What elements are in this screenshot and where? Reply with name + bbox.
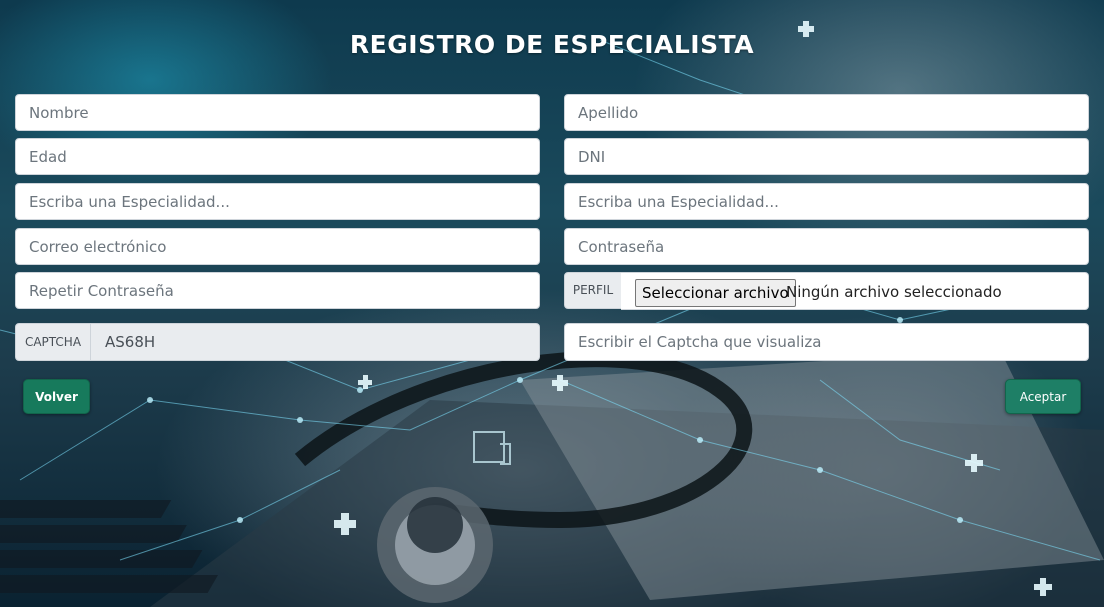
especialidad-input-1[interactable] bbox=[15, 183, 540, 220]
repetir-contrasena-input[interactable] bbox=[15, 272, 540, 309]
accept-button[interactable]: Aceptar bbox=[1005, 379, 1081, 414]
captcha-input[interactable] bbox=[564, 323, 1089, 361]
back-button[interactable]: Volver bbox=[23, 379, 90, 414]
perfil-label: PERFIL bbox=[564, 272, 622, 309]
especialidad-input-2[interactable] bbox=[564, 183, 1089, 220]
contrasena-input[interactable] bbox=[564, 228, 1089, 265]
captcha-value: AS68H bbox=[90, 323, 540, 361]
apellido-input[interactable] bbox=[564, 94, 1089, 131]
nombre-input[interactable] bbox=[15, 94, 540, 131]
dni-input[interactable] bbox=[564, 138, 1089, 175]
correo-input[interactable] bbox=[15, 228, 540, 265]
file-status-text: Ningún archivo seleccionado bbox=[786, 283, 1002, 301]
perfil-file-input[interactable]: Seleccionar archivo Ningún archivo selec… bbox=[621, 272, 1089, 310]
select-file-button[interactable]: Seleccionar archivo bbox=[635, 279, 796, 307]
page-title: REGISTRO DE ESPECIALISTA bbox=[349, 30, 755, 59]
captcha-label: CAPTCHA bbox=[15, 323, 91, 361]
edad-input[interactable] bbox=[15, 138, 540, 175]
